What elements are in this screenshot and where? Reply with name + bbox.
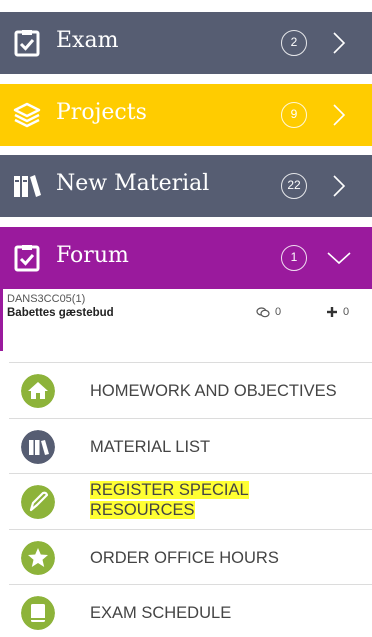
menu-label: REGISTER SPECIAL RESOURCES <box>90 480 249 520</box>
section-title: New Material <box>56 171 210 196</box>
section-forum[interactable]: Forum 1 <box>0 227 372 289</box>
chevron-right-icon <box>333 175 346 197</box>
menu-item-register-special-resources[interactable]: REGISTER SPECIAL RESOURCES <box>9 473 372 529</box>
count-badge: 2 <box>281 30 307 56</box>
home-icon <box>21 374 55 408</box>
menu-label: HOMEWORK AND OBJECTIVES <box>90 382 337 400</box>
star-icon <box>21 540 55 575</box>
chevron-down-icon <box>327 252 351 265</box>
clipboard-check-icon <box>14 245 40 272</box>
quick-menu: HOMEWORK AND OBJECTIVES MATERIAL LIST RE… <box>9 362 372 637</box>
menu-label: MATERIAL LIST <box>90 437 211 456</box>
plus-icon <box>327 307 337 317</box>
count-badge: 22 <box>281 173 307 199</box>
chevron-right-icon <box>333 104 346 126</box>
menu-item-material-list[interactable]: MATERIAL LIST <box>9 417 372 474</box>
comments-count: 0 <box>256 306 281 318</box>
section-title: Forum <box>56 243 129 268</box>
highlighted-text-line-2: RESOURCES <box>90 501 195 519</box>
highlighted-text-line-1: REGISTER SPECIAL <box>90 481 249 499</box>
books-icon <box>14 175 41 197</box>
chevron-right-icon <box>333 32 346 54</box>
menu-item-exam-schedule[interactable]: EXAM SCHEDULE <box>9 584 372 637</box>
section-new-material[interactable]: New Material 22 <box>0 155 372 217</box>
section-title: Projects <box>56 100 147 125</box>
menu-item-homework[interactable]: HOMEWORK AND OBJECTIVES <box>9 362 372 418</box>
comments-value: 0 <box>275 306 282 318</box>
additions-value: 0 <box>343 306 350 318</box>
menu-label: EXAM SCHEDULE <box>90 604 232 622</box>
menu-label: ORDER OFFICE HOURS <box>90 548 279 567</box>
forum-entry[interactable]: DANS3CC05(1) Babettes gæstebud 0 0 <box>0 289 372 351</box>
additions-count: 0 <box>327 306 349 318</box>
section-exam[interactable]: Exam 2 <box>0 12 372 74</box>
count-badge: 9 <box>281 102 307 128</box>
count-badge: 1 <box>281 245 307 271</box>
forum-entry-code: DANS3CC05(1) <box>7 293 86 305</box>
menu-item-order-office-hours[interactable]: ORDER OFFICE HOURS <box>9 528 372 585</box>
section-title: Exam <box>56 28 119 53</box>
pencil-icon <box>21 485 55 519</box>
comments-icon <box>256 306 270 317</box>
forum-entry-name: Babettes gæstebud <box>7 307 114 319</box>
layers-icon <box>13 102 41 128</box>
book-icon <box>21 596 55 630</box>
clipboard-check-icon <box>14 30 40 57</box>
section-projects[interactable]: Projects 9 <box>0 84 372 146</box>
books-icon <box>21 429 55 464</box>
